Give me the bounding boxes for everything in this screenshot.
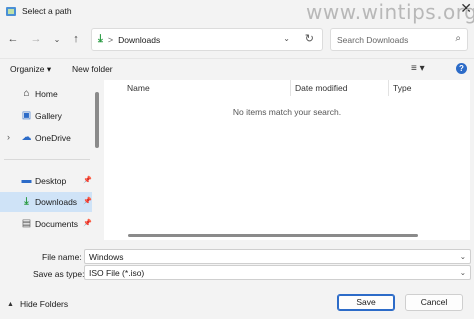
cancel-button[interactable]: Cancel xyxy=(405,294,463,311)
gallery-icon: ▣ xyxy=(21,110,32,121)
organize-button[interactable]: Organize ▾ xyxy=(10,64,51,75)
download-icon: ⤓ xyxy=(24,196,29,207)
sidebar-item-onedrive[interactable]: › ☁ OneDrive xyxy=(0,128,92,148)
file-name-input[interactable]: Windows ⌄ xyxy=(84,249,471,264)
home-icon: ⌂ xyxy=(23,88,30,99)
new-folder-button[interactable]: New folder xyxy=(72,64,113,74)
sidebar-item-label: OneDrive xyxy=(35,133,71,143)
dialog-footer: ▲ Hide Folders Save Cancel xyxy=(0,286,474,319)
column-divider[interactable] xyxy=(290,80,291,96)
save-as-type-label: Save as type: xyxy=(33,269,85,279)
sidebar-item-label: Downloads xyxy=(35,197,78,207)
file-name-label: File name: xyxy=(42,252,82,262)
search-placeholder: Search Downloads xyxy=(337,34,409,45)
pin-icon[interactable]: 📌 xyxy=(83,197,92,205)
pin-icon[interactable]: 📌 xyxy=(83,219,92,227)
window-title: Select a path xyxy=(22,6,72,16)
file-name-value: Windows xyxy=(89,251,124,262)
sidebar-item-documents[interactable]: ▤ Documents 📌 xyxy=(0,214,92,234)
breadcrumb-downloads[interactable]: Downloads xyxy=(118,35,160,45)
address-chevron-down-icon[interactable]: ⌄ xyxy=(283,34,290,43)
history-chevron-down-icon[interactable]: ⌄ xyxy=(48,30,66,48)
sidebar-item-desktop[interactable]: ▬ Desktop 📌 xyxy=(0,171,92,191)
sidebar-item-label: Documents xyxy=(35,219,78,229)
desktop-icon: ▬ xyxy=(21,175,32,186)
navigation-bar: ← → ⌄ ↑ ⤓ > Downloads ⌄ ↻ Search Downloa… xyxy=(0,26,474,54)
forward-arrow-icon[interactable]: → xyxy=(27,30,45,48)
column-header-name[interactable]: Name xyxy=(127,83,150,97)
sidebar-item-downloads[interactable]: ⤓ Downloads 📌 xyxy=(0,192,92,212)
app-icon xyxy=(6,6,16,16)
sidebar-item-label: Gallery xyxy=(35,111,62,121)
navigation-pane: ⌂ Home ▣ Gallery › ☁ OneDrive ▬ Desktop … xyxy=(0,80,96,240)
column-header-type[interactable]: Type xyxy=(393,83,411,97)
up-arrow-icon[interactable]: ↑ xyxy=(67,30,85,48)
expand-chevron-icon[interactable]: › xyxy=(7,132,10,142)
watermark-text: www.wintips.org xyxy=(306,0,474,24)
view-options-icon[interactable]: ≡ ▾ xyxy=(411,63,425,74)
sidebar-scrollbar[interactable] xyxy=(95,92,99,148)
back-arrow-icon[interactable]: ← xyxy=(4,30,22,48)
caret-up-icon: ▲ xyxy=(7,300,14,308)
chevron-down-icon[interactable]: ⌄ xyxy=(460,268,466,277)
document-icon: ▤ xyxy=(21,218,32,229)
save-button[interactable]: Save xyxy=(337,294,395,311)
column-divider[interactable] xyxy=(388,80,389,96)
chevron-down-icon[interactable]: ⌄ xyxy=(460,252,466,261)
search-box[interactable]: Search Downloads ⌕ xyxy=(330,28,468,51)
sidebar-item-home[interactable]: ⌂ Home xyxy=(0,84,92,104)
sidebar-item-gallery[interactable]: ▣ Gallery xyxy=(0,106,92,126)
command-toolbar: Organize ▾ New folder ≡ ▾ ? xyxy=(0,58,474,80)
download-icon: ⤓ xyxy=(98,33,103,45)
hide-folders-label: Hide Folders xyxy=(19,299,69,309)
save-as-type-value: ISO File (*.iso) xyxy=(89,267,145,278)
sidebar-item-label: Desktop xyxy=(35,176,67,186)
save-as-type-select[interactable]: ISO File (*.iso) ⌄ xyxy=(84,265,471,280)
cloud-icon: ☁ xyxy=(21,132,32,143)
address-bar[interactable]: ⤓ > Downloads ⌄ ↻ xyxy=(91,28,323,51)
file-list-pane: Name Date modified Type No items match y… xyxy=(104,80,470,240)
help-icon[interactable]: ? xyxy=(456,63,467,74)
sidebar-divider xyxy=(4,159,90,160)
search-icon[interactable]: ⌕ xyxy=(455,33,461,44)
hide-folders-button[interactable]: ▲ Hide Folders xyxy=(7,299,68,309)
save-form: File name: Windows ⌄ Save as type: ISO F… xyxy=(0,244,474,284)
pin-icon[interactable]: 📌 xyxy=(83,176,92,184)
horizontal-scrollbar[interactable] xyxy=(128,234,418,237)
column-header-date-modified[interactable]: Date modified xyxy=(295,83,347,97)
refresh-icon[interactable]: ↻ xyxy=(305,32,314,45)
sidebar-item-label: Home xyxy=(35,89,58,99)
empty-state-message: No items match your search. xyxy=(232,107,342,117)
breadcrumb-separator: > xyxy=(107,34,114,45)
